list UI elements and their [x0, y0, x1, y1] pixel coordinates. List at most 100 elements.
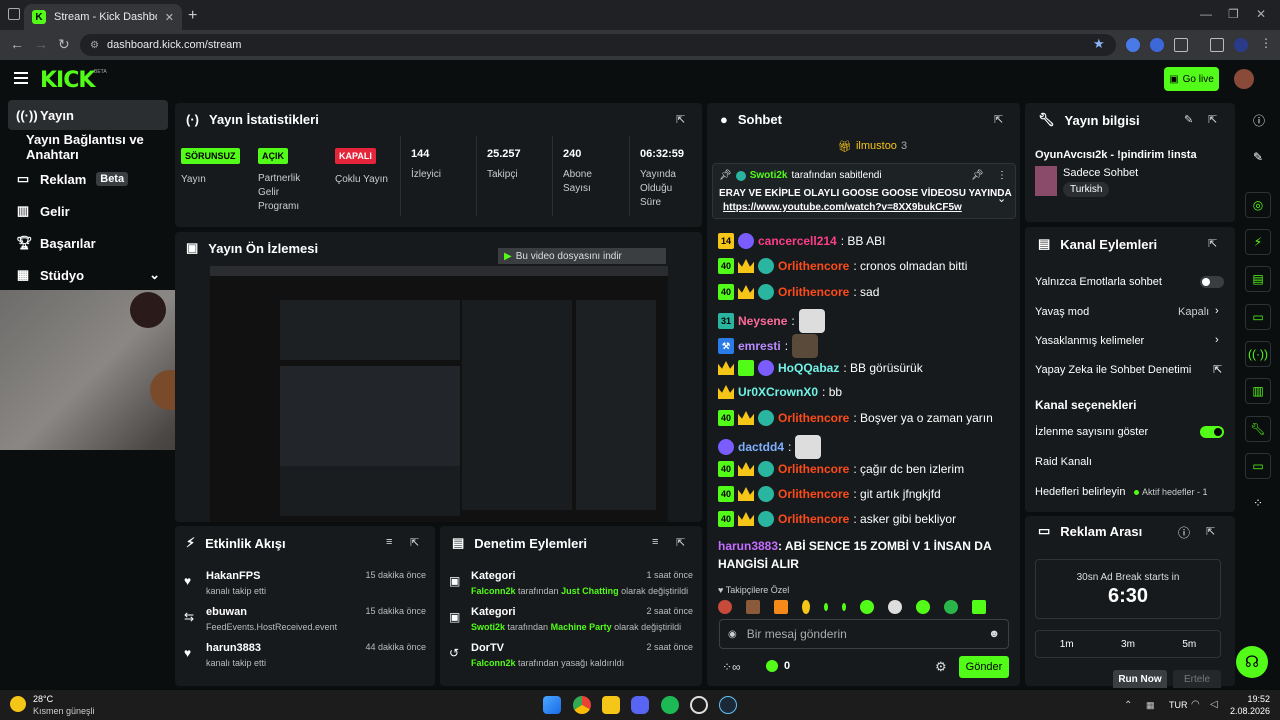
emote-icon[interactable]: [842, 603, 846, 611]
popout-icon[interactable]: ⇱: [676, 113, 685, 126]
popout-icon[interactable]: ⇱: [1206, 525, 1215, 538]
emote-icon[interactable]: [746, 600, 760, 614]
emote-icon[interactable]: [888, 600, 902, 614]
discord-icon[interactable]: [631, 696, 649, 714]
filter-icon[interactable]: ≡: [652, 536, 658, 548]
tab-search-icon[interactable]: [1210, 38, 1224, 52]
chat-username[interactable]: Orlithencore: [778, 487, 849, 501]
edit-icon[interactable]: ✎: [1253, 150, 1263, 164]
bookmark-star-icon[interactable]: ★: [1093, 36, 1105, 52]
spotify-icon[interactable]: [661, 696, 679, 714]
chrome-icon[interactable]: [573, 696, 591, 714]
emote-only-toggle[interactable]: [1200, 276, 1224, 288]
stream-icon[interactable]: ((·)): [1245, 341, 1271, 367]
chevron-down-icon[interactable]: ⌄: [997, 192, 1006, 205]
ad-duration-option[interactable]: 1m: [1060, 639, 1074, 650]
sidebar-item-stream[interactable]: ((·)) Yayın: [8, 100, 168, 130]
menu-dots-icon[interactable]: ⋮: [1260, 36, 1272, 50]
ad-icon[interactable]: ▭: [1245, 453, 1271, 479]
external-link-icon[interactable]: ⇱: [1213, 363, 1222, 376]
chat-settings-icon[interactable]: ◉: [728, 629, 737, 640]
chat-username[interactable]: Orlithencore: [778, 285, 849, 299]
profile-icon[interactable]: [1234, 38, 1248, 52]
emoji-icon[interactable]: ☻: [988, 628, 1000, 640]
volume-icon[interactable]: ◁: [1210, 699, 1218, 710]
chevron-right-icon[interactable]: ›: [1215, 334, 1219, 346]
slow-mode-value[interactable]: Kapalı: [1178, 306, 1209, 318]
download-video-button[interactable]: ▶ Bu video dosyasını indir: [498, 248, 666, 264]
emote-icon[interactable]: [916, 600, 930, 614]
popout-icon[interactable]: ⇱: [676, 536, 685, 549]
sidebar-item-achievements[interactable]: 🏆︎ Başarılar: [8, 228, 168, 258]
network-icon[interactable]: ▦: [1146, 700, 1155, 711]
sidebar-item-ads[interactable]: ▭ Reklam Beta: [8, 164, 168, 194]
lightning-icon[interactable]: ⚡︎: [1245, 229, 1271, 255]
document-icon[interactable]: ▤: [1245, 266, 1271, 292]
help-chat-icon[interactable]: ☊: [1236, 646, 1268, 678]
chat-username[interactable]: cancercell214: [758, 234, 837, 248]
chevron-up-icon[interactable]: ⌃: [1124, 700, 1132, 711]
edit-icon[interactable]: ✎: [1184, 113, 1193, 126]
go-live-button[interactable]: ▣ Go live: [1164, 67, 1219, 91]
extension-icon[interactable]: [1126, 38, 1140, 52]
tab-close-icon[interactable]: ✕: [165, 11, 174, 24]
clock-date[interactable]: 2.08.2026: [1222, 706, 1270, 716]
back-icon[interactable]: ←: [10, 36, 24, 52]
minimize-icon[interactable]: —: [1200, 7, 1212, 21]
url-bar[interactable]: ⚙ dashboard.kick.com/stream: [80, 34, 1116, 56]
emote-icon[interactable]: [802, 600, 810, 614]
user-avatar[interactable]: [1234, 69, 1254, 89]
filter-icon[interactable]: ≡: [386, 536, 392, 548]
popout-icon[interactable]: ⇱: [994, 113, 1003, 126]
chat-username[interactable]: Orlithencore: [778, 512, 849, 526]
sidebar-item-stream-key[interactable]: Yayın Bağlantısı ve Anahtarı: [18, 132, 188, 162]
hamburger-menu-icon[interactable]: [14, 72, 28, 84]
chat-bubble-icon[interactable]: ▭: [1245, 304, 1271, 330]
file-explorer-icon[interactable]: [602, 696, 620, 714]
ad-duration-option[interactable]: 3m: [1121, 639, 1135, 650]
chat-username[interactable]: Ur0XCrownX0: [738, 385, 818, 399]
emote-icon[interactable]: [774, 600, 788, 614]
emote-icon[interactable]: [944, 600, 958, 614]
obs-icon[interactable]: [690, 696, 708, 714]
browser-tab[interactable]: K Stream - Kick Dashboard ✕: [24, 4, 182, 30]
sidebar-item-revenue[interactable]: ▥ Gelir: [8, 196, 168, 226]
snooze-button[interactable]: Ertele: [1173, 670, 1221, 688]
chat-input[interactable]: ◉ Bir mesaj gönderin ☻: [719, 619, 1009, 649]
ai-mod-label[interactable]: Yapay Zeka ile Sohbet Denetimi: [1035, 364, 1191, 376]
chat-username[interactable]: dactdd4: [738, 440, 784, 454]
kick-logo[interactable]: KICK: [40, 68, 95, 93]
popout-icon[interactable]: ⇱: [410, 536, 419, 549]
chat-username[interactable]: Neysene: [738, 314, 787, 328]
send-button[interactable]: Gönder: [959, 656, 1009, 678]
chat-username[interactable]: Orlithencore: [778, 462, 849, 476]
emote-icon[interactable]: [972, 600, 986, 614]
emote-icon[interactable]: [824, 603, 828, 611]
show-views-toggle[interactable]: [1200, 426, 1224, 438]
raid-channel-label[interactable]: Raid Kanalı: [1035, 456, 1092, 468]
clock-time[interactable]: 19:52: [1230, 694, 1270, 704]
maximize-icon[interactable]: ❐: [1228, 7, 1239, 21]
new-tab-icon[interactable]: +: [188, 7, 197, 25]
goals-status[interactable]: Aktif hedefler - 1: [1134, 487, 1208, 497]
ad-duration-option[interactable]: 5m: [1182, 639, 1196, 650]
sidebar-item-studio[interactable]: ▦ Stüdyo ⌄: [8, 260, 168, 290]
link-icon[interactable]: ⁘∞: [722, 660, 741, 674]
sidebar-tool-icon[interactable]: ◎: [1245, 192, 1271, 218]
pinned-link[interactable]: https://www.youtube.com/watch?v=8XX9bukC…: [723, 202, 962, 213]
chat-username[interactable]: emresti: [738, 339, 781, 353]
site-info-icon[interactable]: ⚙: [90, 40, 99, 51]
window-close-icon[interactable]: ✕: [1256, 7, 1266, 21]
wrench-icon[interactable]: 🔧︎: [1245, 416, 1271, 442]
gear-icon[interactable]: ⚙: [935, 659, 947, 675]
chat-username[interactable]: Orlithencore: [778, 411, 849, 425]
tab-actions-icon[interactable]: [8, 8, 20, 20]
chat-username[interactable]: harun3883: [718, 539, 778, 553]
emote-icon[interactable]: [718, 600, 732, 614]
add-widget-icon[interactable]: ⁘: [1253, 496, 1263, 510]
chat-username[interactable]: Orlithencore: [778, 259, 849, 273]
extensions-puzzle-icon[interactable]: [1174, 38, 1188, 52]
info-icon[interactable]: ⓘ: [1253, 112, 1265, 129]
forward-icon[interactable]: →: [34, 36, 48, 52]
more-icon[interactable]: ⋮: [997, 170, 1007, 181]
